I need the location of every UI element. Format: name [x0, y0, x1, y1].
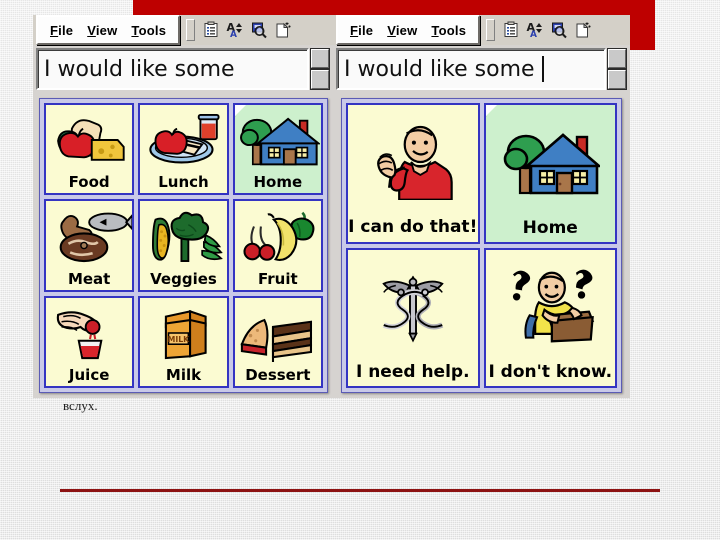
toolbar-right: A A [484, 17, 597, 43]
symbol-label: Fruit [257, 269, 298, 288]
spinner-up-button[interactable] [311, 49, 329, 68]
message-text-left: I would like some [44, 56, 235, 82]
embedded-screenshot: File View Tools A A I would like some Fo… [33, 15, 630, 398]
message-text-right: I would like some [344, 56, 535, 82]
symbol-cell-juice[interactable]: Juice [44, 295, 135, 388]
symbol-cell-veggies[interactable]: Veggies [138, 199, 229, 292]
list-properties-icon[interactable] [200, 19, 223, 41]
symbol-label: Food [68, 173, 110, 192]
field-spinner-left[interactable] [310, 48, 330, 90]
symbol-label: Lunch [158, 173, 209, 192]
symbol-label: I can do that! [348, 216, 478, 237]
symbol-label: Home [522, 217, 578, 238]
meat-icon [46, 201, 133, 271]
menubar-left: File View Tools A A [33, 15, 333, 45]
menubar-right: File View Tools A A [333, 15, 630, 45]
spinner-up-button[interactable] [608, 49, 626, 68]
menu-item-tools[interactable]: Tools [124, 23, 173, 38]
page-fold-icon [234, 105, 246, 116]
menu-item-view[interactable]: View [80, 23, 124, 38]
symbol-label: Milk [165, 366, 202, 384]
symbol-grid-left: Food Lunch Home Meat Veggies Fruit Juice… [39, 98, 328, 393]
menu-item-file[interactable]: File [343, 23, 380, 38]
dessert-icon [235, 298, 321, 368]
caduceus-icon [348, 250, 478, 365]
menu-item-view[interactable]: View [380, 23, 424, 38]
zoom-icon[interactable] [548, 19, 571, 41]
menu-item-file[interactable]: File [43, 23, 80, 38]
new-page-icon[interactable] [572, 19, 595, 41]
spinner-down-button[interactable] [608, 70, 626, 89]
symbol-label: Meat [67, 269, 111, 288]
symbol-cell-i-need-help[interactable]: I need help. [346, 247, 480, 388]
app-window-right: File View Tools A A I would like some I … [333, 15, 630, 398]
svg-text:A: A [530, 30, 537, 39]
symbol-label: Home [253, 173, 303, 192]
symbol-cell-i-dont-know[interactable]: I don't know. [483, 247, 617, 388]
new-page-icon[interactable] [272, 19, 295, 41]
slide-caption: вслух. [63, 398, 98, 413]
zoom-icon[interactable] [248, 19, 271, 41]
person-flex-icon [348, 105, 478, 219]
person-unsure-icon [486, 250, 616, 365]
symbol-cell-milk[interactable]: MILK Milk [138, 295, 229, 388]
juice-icon [46, 298, 132, 368]
symbol-label: I need help. [355, 362, 470, 382]
symbol-grid-right: I can do that! Home I need help. I don't… [341, 98, 622, 393]
symbol-label: Dessert [245, 366, 311, 384]
food-icon [46, 105, 132, 175]
page-fold-icon [485, 105, 497, 116]
menu-group-left[interactable]: File View Tools [36, 15, 181, 45]
symbol-cell-i-can-do-that[interactable]: I can do that! [346, 103, 480, 244]
svg-text:A: A [230, 30, 237, 39]
font-size-icon[interactable]: A A [524, 19, 547, 41]
symbol-label: I don't know. [488, 362, 613, 382]
field-spinner-right[interactable] [607, 48, 627, 90]
text-caret [541, 56, 544, 82]
message-field-left[interactable]: I would like some [36, 48, 309, 90]
milk-icon: MILK [140, 298, 226, 368]
house-icon [486, 105, 616, 220]
symbol-cell-home[interactable]: Home [232, 103, 323, 196]
app-window-left: File View Tools A A I would like some Fo… [33, 15, 333, 398]
veggies-icon [140, 201, 226, 271]
symbol-cell-dessert[interactable]: Dessert [232, 295, 323, 388]
drag-handle[interactable] [486, 19, 496, 41]
text-row-left: I would like some [36, 48, 330, 90]
list-properties-icon[interactable] [500, 19, 523, 41]
font-size-icon[interactable]: A A [224, 19, 247, 41]
message-field-right[interactable]: I would like some [336, 48, 606, 90]
menu-item-tools[interactable]: Tools [424, 23, 473, 38]
symbol-cell-lunch[interactable]: Lunch [138, 103, 229, 196]
house-icon [235, 105, 321, 175]
symbol-label: Juice [68, 366, 110, 384]
drag-handle[interactable] [186, 19, 196, 41]
symbol-cell-fruit[interactable]: Fruit [232, 199, 323, 292]
fruit-icon [235, 201, 321, 271]
symbol-cell-home[interactable]: Home [483, 103, 617, 244]
text-row-right: I would like some [336, 48, 627, 90]
milk-carton-label: MILK [168, 335, 191, 344]
symbol-label: Veggies [150, 269, 217, 288]
lunch-icon [140, 105, 226, 175]
symbol-cell-food[interactable]: Food [44, 103, 135, 196]
toolbar-left: A A [184, 17, 297, 43]
symbol-cell-meat[interactable]: Meat [44, 199, 135, 292]
menu-group-right[interactable]: File View Tools [336, 15, 481, 45]
footer-rule [60, 489, 660, 492]
spinner-down-button[interactable] [311, 70, 329, 89]
